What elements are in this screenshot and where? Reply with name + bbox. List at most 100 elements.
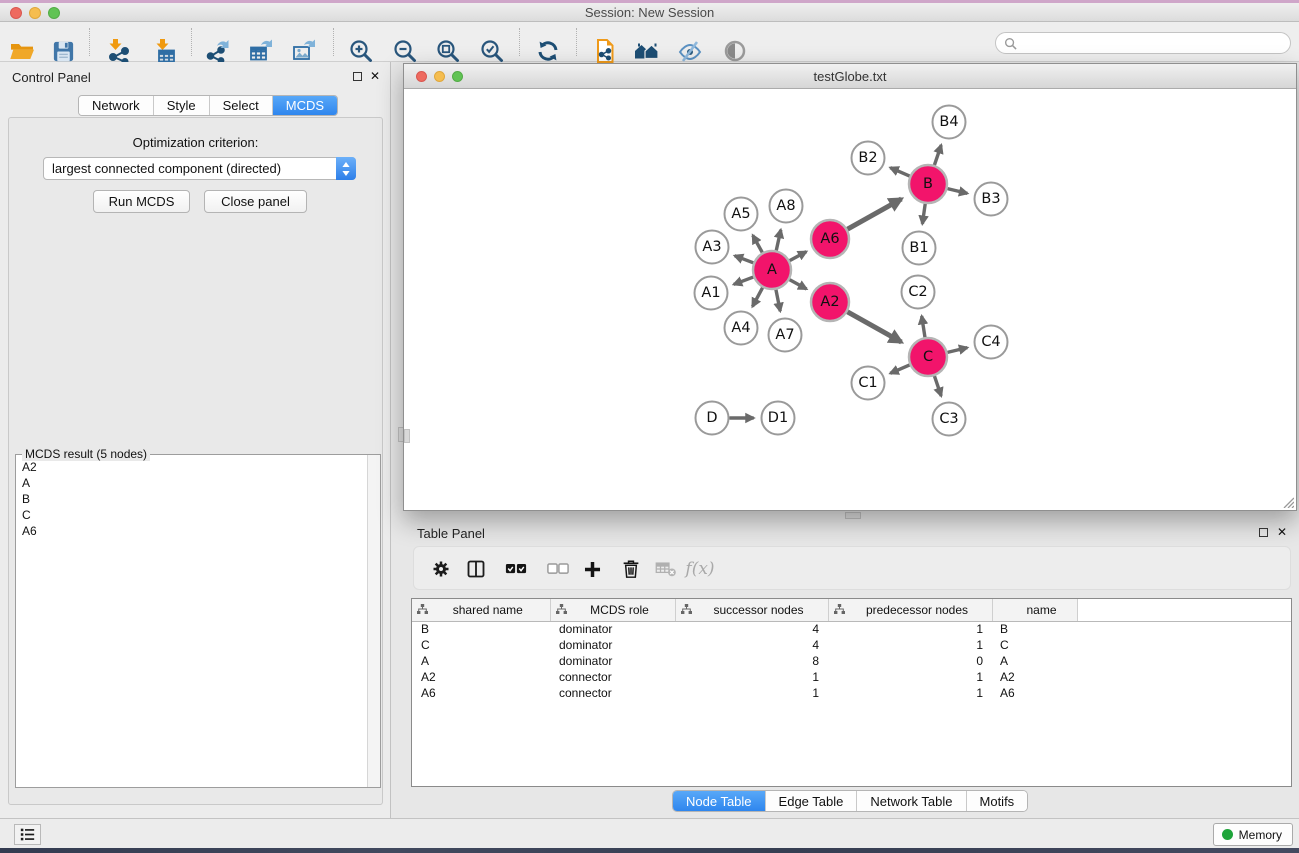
show-task-history-button[interactable] <box>14 824 41 845</box>
zoom-selected-button[interactable] <box>475 36 509 66</box>
table-row[interactable]: A6connector11A6 <box>412 685 1291 701</box>
graph-node-A4[interactable]: A4 <box>725 312 758 345</box>
mcds-result-item[interactable]: A6 <box>17 523 366 539</box>
graph-edge-B-B3[interactable] <box>947 189 967 194</box>
network-vertical-scroll-thumb[interactable] <box>404 429 410 443</box>
column-header[interactable]: name <box>992 599 1077 621</box>
zoom-out-button[interactable] <box>388 36 422 66</box>
float-panel-icon[interactable] <box>353 72 362 81</box>
column-header[interactable]: predecessor nodes <box>828 599 992 621</box>
network-canvas[interactable]: B4 B2 B B3 A8 A5 A6 A3 B1 A C2 A1 A2 A4 A7 C4 C C1 C3 D D1 <box>404 89 1296 510</box>
show-column-panel-button[interactable] <box>462 555 490 583</box>
graph-edge-C-C3[interactable] <box>934 376 941 396</box>
column-header[interactable]: shared name <box>412 599 550 621</box>
graph-edge-A-A6[interactable] <box>790 252 807 261</box>
tab-node-table[interactable]: Node Table <box>673 791 765 811</box>
tab-network-table[interactable]: Network Table <box>856 791 965 811</box>
close-panel-button[interactable]: Close panel <box>204 190 307 213</box>
refresh-button[interactable] <box>531 36 565 66</box>
graph-edge-A-A3[interactable] <box>735 256 754 263</box>
mcds-result-item[interactable]: B <box>17 491 366 507</box>
close-window-button[interactable] <box>10 7 22 19</box>
tab-edge-table[interactable]: Edge Table <box>765 791 857 811</box>
graph-node-B[interactable]: B <box>909 165 947 203</box>
graph-node-B4[interactable]: B4 <box>933 106 966 139</box>
node-table[interactable]: shared nameMCDS rolesuccessor nodesprede… <box>411 598 1292 787</box>
graph-node-A8[interactable]: A8 <box>770 190 803 223</box>
network-graph[interactable]: B4 B2 B B3 A8 A5 A6 A3 B1 A C2 A1 A2 A4 A7 C4 C C1 C3 D D1 <box>404 89 1296 510</box>
show-graphics-details-button[interactable] <box>718 36 752 66</box>
select-all-columns-button[interactable] <box>502 555 530 583</box>
open-network-file-button[interactable] <box>588 36 622 66</box>
table-row[interactable]: Bdominator41B <box>412 621 1291 637</box>
graph-node-A7[interactable]: A7 <box>769 319 802 352</box>
mcds-result-scrollbar[interactable] <box>367 455 380 787</box>
table-settings-button[interactable] <box>427 555 455 583</box>
delete-columns-button[interactable] <box>617 555 645 583</box>
close-panel-icon[interactable]: ✕ <box>370 71 380 81</box>
graph-node-B2[interactable]: B2 <box>852 142 885 175</box>
mcds-result-item[interactable]: A2 <box>17 459 366 475</box>
delete-table-button[interactable] <box>652 555 680 583</box>
graph-edge-A-A2[interactable] <box>790 280 807 289</box>
close-network-window-button[interactable] <box>416 71 427 82</box>
minimize-window-button[interactable] <box>29 7 41 19</box>
graph-node-C1[interactable]: C1 <box>852 367 885 400</box>
function-builder-button[interactable]: f(x) <box>686 555 714 583</box>
graph-node-A5[interactable]: A5 <box>725 198 758 231</box>
float-table-panel-icon[interactable] <box>1259 528 1268 537</box>
table-row[interactable]: Cdominator41C <box>412 637 1291 653</box>
graph-edge-B-B2[interactable] <box>890 168 909 176</box>
graph-node-A2[interactable]: A2 <box>811 283 849 321</box>
graph-node-C4[interactable]: C4 <box>975 326 1008 359</box>
network-window-titlebar[interactable]: testGlobe.txt <box>404 64 1296 89</box>
graph-node-A1[interactable]: A1 <box>695 277 728 310</box>
graph-node-C3[interactable]: C3 <box>933 403 966 436</box>
close-table-panel-icon[interactable]: ✕ <box>1277 527 1287 537</box>
graph-edge-A2-C[interactable] <box>847 312 901 342</box>
tab-motifs[interactable]: Motifs <box>966 791 1028 811</box>
create-column-button[interactable] <box>578 555 606 583</box>
graph-node-C[interactable]: C <box>909 338 947 376</box>
zoom-fit-button[interactable] <box>431 36 465 66</box>
graph-node-B3[interactable]: B3 <box>975 183 1008 216</box>
graph-node-C2[interactable]: C2 <box>902 276 935 309</box>
column-header[interactable]: MCDS role <box>550 599 675 621</box>
tab-mcds[interactable]: MCDS <box>272 96 337 115</box>
unselect-all-columns-button[interactable] <box>544 555 572 583</box>
graph-edge-C-C2[interactable] <box>922 316 925 337</box>
tab-network[interactable]: Network <box>79 96 153 115</box>
graph-edge-A-A5[interactable] <box>753 235 763 252</box>
memory-button[interactable]: Memory <box>1213 823 1293 846</box>
minimize-network-window-button[interactable] <box>434 71 445 82</box>
hide-graphics-details-button[interactable] <box>673 36 707 66</box>
graph-edge-C-C4[interactable] <box>947 348 967 353</box>
maximize-window-button[interactable] <box>48 7 60 19</box>
maximize-network-window-button[interactable] <box>452 71 463 82</box>
mcds-result-item[interactable]: C <box>17 507 366 523</box>
graph-node-D1[interactable]: D1 <box>762 402 795 435</box>
graph-edge-C-C1[interactable] <box>890 365 909 373</box>
tab-style[interactable]: Style <box>153 96 209 115</box>
table-row[interactable]: Adominator80A <box>412 653 1291 669</box>
search-field[interactable] <box>995 32 1291 54</box>
graph-node-D[interactable]: D <box>696 402 729 435</box>
graph-edge-A-A4[interactable] <box>752 288 762 307</box>
mcds-result-item[interactable]: A <box>17 475 366 491</box>
graph-edge-A-A8[interactable] <box>776 230 781 251</box>
graph-node-A3[interactable]: A3 <box>696 231 729 264</box>
graph-edge-A-A7[interactable] <box>776 290 780 312</box>
graph-node-A[interactable]: A <box>753 251 791 289</box>
graph-node-B1[interactable]: B1 <box>903 232 936 265</box>
graph-node-A6[interactable]: A6 <box>811 220 849 258</box>
column-header[interactable]: successor nodes <box>675 599 828 621</box>
tab-select[interactable]: Select <box>209 96 272 115</box>
graph-edge-B-B1[interactable] <box>922 204 925 224</box>
run-mcds-button[interactable]: Run MCDS <box>93 190 190 213</box>
search-input[interactable] <box>1021 36 1290 50</box>
graph-edge-B-B4[interactable] <box>934 145 941 165</box>
criterion-select[interactable]: largest connected component (directed) <box>43 157 356 180</box>
window-resize-grip[interactable] <box>1281 495 1294 508</box>
graph-edge-A-A1[interactable] <box>734 277 754 284</box>
graph-edge-A6-B[interactable] <box>847 199 901 229</box>
